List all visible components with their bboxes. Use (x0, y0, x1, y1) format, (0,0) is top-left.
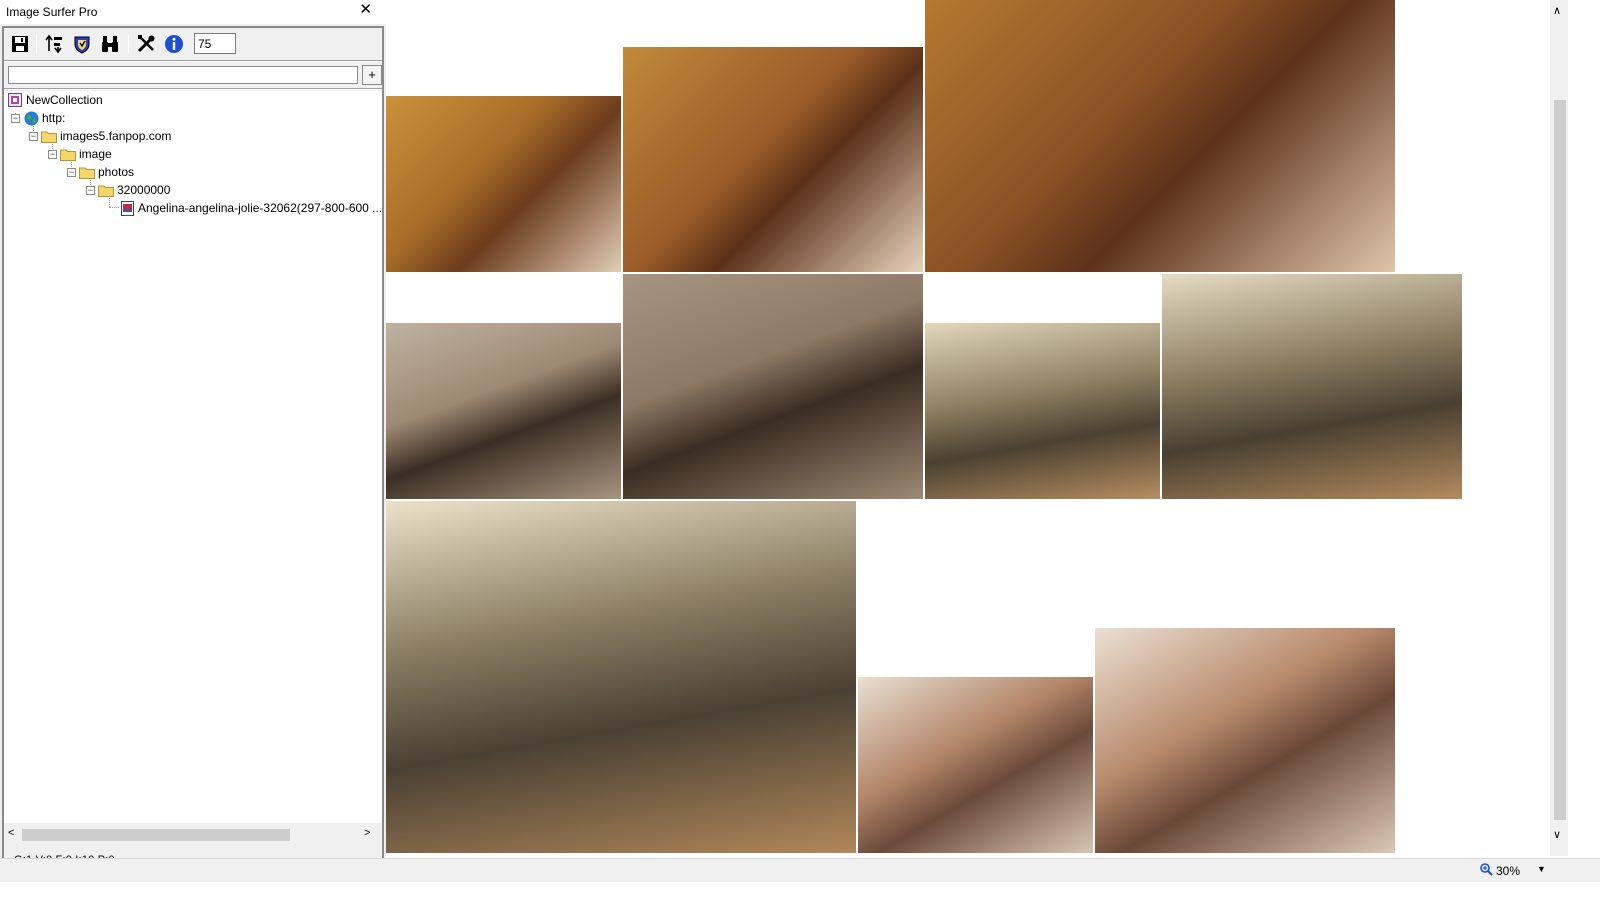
thumbnail-image[interactable] (623, 274, 923, 499)
thumbnail-image[interactable] (925, 0, 1395, 272)
scroll-right-arrow[interactable]: > (364, 827, 370, 839)
tree-node-collection[interactable]: NewCollection (7, 91, 103, 109)
tree-node-label: http: (42, 111, 66, 125)
thumbnail-image[interactable] (1162, 274, 1462, 499)
thumbnail-image[interactable] (858, 677, 1093, 853)
tree-node-label: 32000000 (117, 183, 171, 197)
scroll-left-arrow[interactable]: < (8, 827, 14, 839)
tree-node-32000000[interactable]: − 32000000 (86, 181, 170, 199)
vertical-scrollbar[interactable]: ∧ ∨ (1550, 0, 1568, 856)
collapse-toggle[interactable]: − (29, 131, 38, 141)
tree-node-http[interactable]: − http: (11, 109, 65, 127)
folder-icon (79, 165, 95, 179)
right-margin (1568, 0, 1600, 880)
globe-icon (23, 111, 39, 125)
window-title: Image Surfer Pro (6, 5, 98, 19)
filter-shield-icon[interactable] (70, 32, 94, 56)
horizontal-scroll-thumb[interactable] (22, 829, 290, 841)
url-input[interactable] (8, 66, 358, 84)
tree-node-photos[interactable]: − photos (67, 163, 134, 181)
binoculars-icon[interactable] (98, 32, 122, 56)
collapse-toggle[interactable]: − (67, 167, 76, 177)
horizontal-scrollbar[interactable]: < > (4, 826, 382, 843)
zoom-level: 30% (1496, 864, 1521, 878)
sort-icon[interactable] (42, 32, 66, 56)
folder-icon (60, 147, 76, 161)
folder-icon (98, 183, 114, 197)
scroll-down-arrow[interactable]: ∨ (1553, 828, 1561, 841)
title-bar: Image Surfer Pro ✕ (0, 0, 386, 24)
toolbar (6, 30, 380, 58)
collection-panel: Image Surfer Pro ✕ 75 + NewCollection − … (0, 0, 386, 880)
tree-node-label: image (79, 147, 112, 161)
tree-node-label: Angelina-angelina-jolie-32062(297-800-60… (138, 201, 382, 215)
thumbnail-image[interactable] (1095, 628, 1395, 853)
zoom-status[interactable]: 30% (1480, 863, 1520, 879)
add-url-button[interactable]: + (362, 65, 382, 85)
url-divider (4, 88, 382, 90)
bottom-margin (0, 882, 1600, 900)
tree-node-domain[interactable]: − images5.fanpop.com (29, 127, 171, 145)
status-bar: 30% ▼ (0, 858, 1600, 882)
collapse-toggle[interactable]: − (48, 149, 57, 159)
collapse-toggle[interactable]: − (11, 113, 20, 123)
tree-node-label: NewCollection (26, 93, 103, 107)
vertical-scroll-thumb[interactable] (1554, 100, 1566, 820)
tree-node-image-file[interactable]: Angelina-angelina-jolie-32062(297-800-60… (119, 199, 382, 217)
tools-icon[interactable] (134, 32, 158, 56)
thumbnail-image[interactable] (386, 501, 856, 853)
thumbnail-image[interactable] (386, 96, 621, 272)
thumbnail-size-input[interactable] (194, 33, 236, 54)
zoom-dropdown-arrow[interactable]: ▼ (1537, 864, 1546, 874)
thumbnail-image[interactable] (386, 323, 621, 499)
collection-icon (7, 93, 23, 107)
toolbar-divider (4, 60, 382, 62)
panel-frame: + NewCollection − http: (2, 26, 384, 878)
tree-node-label: images5.fanpop.com (60, 129, 172, 143)
close-button[interactable]: ✕ (359, 1, 372, 19)
save-icon[interactable] (8, 32, 32, 56)
thumbnail-grid (386, 0, 1550, 856)
thumbnail-image[interactable] (623, 47, 923, 272)
tree-node-label: photos (98, 165, 135, 179)
thumbnail-image[interactable] (925, 323, 1160, 499)
folder-icon (41, 129, 57, 143)
info-icon[interactable] (162, 32, 186, 56)
tree-node-image[interactable]: − image (48, 145, 112, 163)
collapse-toggle[interactable]: − (86, 185, 95, 195)
magnifier-icon (1480, 863, 1493, 879)
scroll-up-arrow[interactable]: ∧ (1553, 4, 1561, 17)
collection-tree: NewCollection − http: − images5.fanpop.c… (4, 91, 382, 823)
image-file-icon (119, 200, 135, 216)
